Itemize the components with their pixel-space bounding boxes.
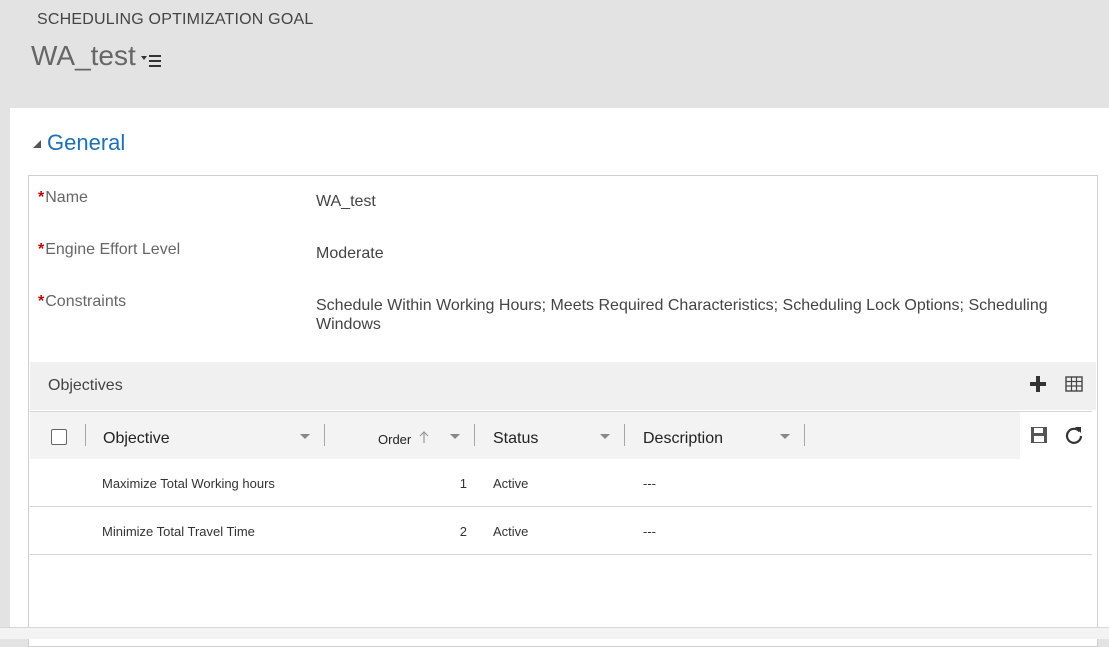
select-all-checkbox[interactable] [51,429,67,445]
plus-icon[interactable] [1028,374,1048,394]
column-separator[interactable] [85,424,86,446]
chevron-down-icon[interactable] [600,434,610,439]
save-icon[interactable] [1030,426,1048,444]
section-title[interactable]: General [47,130,125,156]
bottom-scroll-strip [0,627,1109,639]
record-header: SCHEDULING OPTIMIZATION GOAL WA_test [0,0,1109,108]
table-row[interactable]: Maximize Total Working hours 1 Active --… [30,459,1092,507]
required-marker: * [38,241,45,258]
name-field[interactable]: WA_test [316,192,376,211]
refresh-icon[interactable] [1064,425,1084,445]
record-title: WA_test [31,40,136,71]
column-separator[interactable] [474,424,475,446]
grid-view-icon[interactable] [1065,376,1083,392]
chevron-down-icon[interactable] [300,434,310,439]
cell-order: 2 [459,524,467,539]
constraints-label: *Constraints [38,293,127,310]
required-marker: * [38,293,45,310]
grid-column-headers: Objective Order Status Description [30,411,1092,459]
subgrid-title: Objectives [48,377,123,394]
column-header-status[interactable]: Status [493,430,538,448]
form-content: General *Name WA_test *Engine Effort Lev… [10,108,1109,647]
constraints-field[interactable]: Schedule Within Working Hours; Meets Req… [316,296,1086,334]
column-header-objective[interactable]: Objective [103,430,170,448]
cell-order: 1 [459,476,467,491]
record-menu-icon[interactable] [141,53,163,69]
cell-objective[interactable]: Maximize Total Working hours [102,476,275,491]
triangle-collapse-icon[interactable] [32,139,42,149]
name-label: *Name [38,189,88,206]
chevron-down-icon[interactable] [450,434,460,439]
general-section: *Name WA_test *Engine Effort Level Moder… [28,175,1098,647]
cell-description: --- [643,476,656,491]
entity-type-label: SCHEDULING OPTIMIZATION GOAL [37,11,314,28]
engine-effort-level-label: *Engine Effort Level [38,241,181,258]
cell-description: --- [643,524,656,539]
column-header-order[interactable]: Order [378,432,411,447]
column-separator[interactable] [804,424,805,446]
cell-status: Active [493,524,529,539]
grid-actions [1020,412,1092,459]
required-marker: * [38,189,45,206]
cell-status: Active [493,476,529,491]
column-header-description[interactable]: Description [643,430,723,448]
column-separator[interactable] [324,424,325,446]
column-separator[interactable] [624,424,625,446]
chevron-down-icon[interactable] [780,434,790,439]
table-row[interactable]: Minimize Total Travel Time 2 Active --- [30,507,1092,555]
sort-ascending-icon[interactable] [418,430,430,444]
cell-objective[interactable]: Minimize Total Travel Time [102,524,255,539]
objectives-subgrid-header: Objectives [30,362,1096,410]
engine-effort-level-field[interactable]: Moderate [316,244,384,263]
